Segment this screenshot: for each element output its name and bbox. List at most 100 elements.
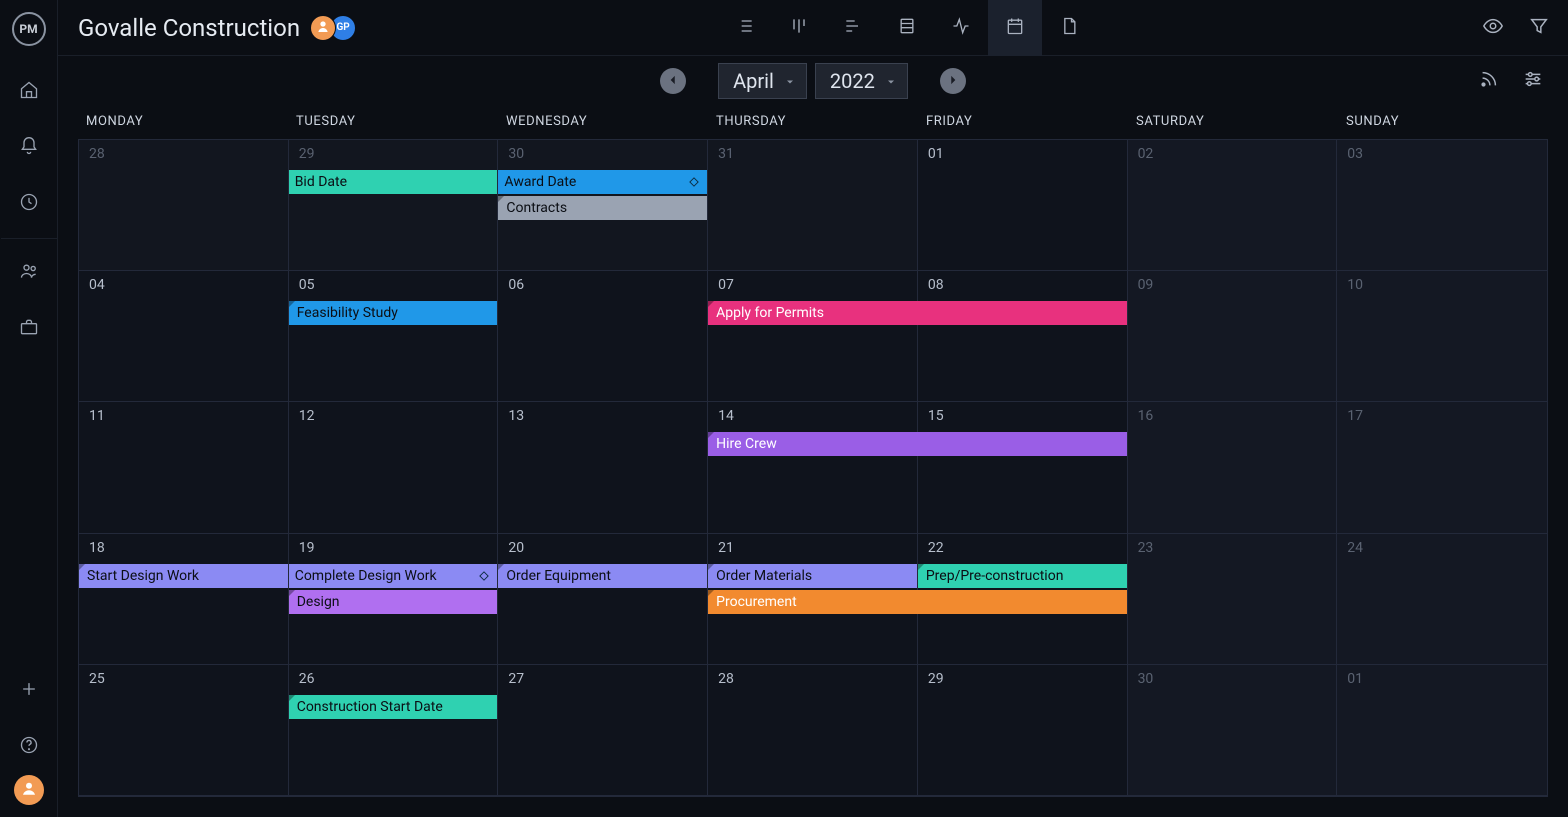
calendar-cell[interactable]: 14Hire Crew xyxy=(708,402,918,533)
calendar-cell[interactable]: 01 xyxy=(918,140,1128,271)
nav-team[interactable] xyxy=(9,253,49,293)
calendar-cell[interactable]: 10 xyxy=(1337,271,1547,402)
calendar-cell[interactable]: 27 xyxy=(498,665,708,796)
calendar-cell[interactable]: 25 xyxy=(79,665,289,796)
calendar-event[interactable]: Bid Date xyxy=(289,170,498,194)
calendar-event[interactable]: Order Materials xyxy=(708,564,917,588)
chevron-right-icon xyxy=(946,72,960,91)
calendar-cell[interactable]: 04 xyxy=(79,271,289,402)
calendar-cell[interactable]: 24 xyxy=(1337,534,1547,665)
calendar-cell[interactable]: 19Complete Design WorkDesign xyxy=(289,534,499,665)
calendar-cell[interactable]: 28 xyxy=(79,140,289,271)
calendar-cell[interactable]: 08 xyxy=(918,271,1128,402)
view-files[interactable] xyxy=(1042,0,1096,56)
calendar-cell[interactable]: 21Order MaterialsProcurement xyxy=(708,534,918,665)
view-board[interactable] xyxy=(772,0,826,56)
calendar-cell[interactable]: 09 xyxy=(1128,271,1338,402)
nav-home[interactable] xyxy=(9,72,49,112)
calendar-event[interactable]: Order Equipment xyxy=(498,564,707,588)
current-user-avatar[interactable] xyxy=(14,775,44,805)
view-activity[interactable] xyxy=(934,0,988,56)
calendar-cell[interactable]: 30 xyxy=(1128,665,1338,796)
next-month-button[interactable] xyxy=(940,68,966,94)
day-number: 08 xyxy=(928,277,944,293)
calendar-cell[interactable]: 31 xyxy=(708,140,918,271)
app-logo[interactable]: PM xyxy=(12,12,46,46)
topbar: Govalle Construction GP xyxy=(58,0,1568,56)
calendar-cell[interactable]: 01 xyxy=(1337,665,1547,796)
calendar-cell[interactable]: 13 xyxy=(498,402,708,533)
activity-icon xyxy=(951,16,971,40)
calendar-event[interactable]: Feasibility Study xyxy=(289,301,498,325)
calendar-cell[interactable]: 03 xyxy=(1337,140,1547,271)
event-title: Feasibility Study xyxy=(295,305,398,321)
prev-month-button[interactable] xyxy=(660,68,686,94)
filter-toggle[interactable] xyxy=(1528,15,1550,41)
calendar-cell[interactable]: 18Start Design Work xyxy=(79,534,289,665)
calendar-event[interactable]: Award Date xyxy=(498,170,707,194)
day-number: 26 xyxy=(299,671,315,687)
calendar-cell[interactable]: 16 xyxy=(1128,402,1338,533)
calendar-cell[interactable]: 30Award DateContracts xyxy=(498,140,708,271)
day-number: 23 xyxy=(1138,540,1154,556)
calendar-event[interactable]: Complete Design Work xyxy=(289,564,498,588)
calendar-cell[interactable]: 29 xyxy=(918,665,1128,796)
calendar-event[interactable]: Start Design Work xyxy=(79,564,288,588)
feed-button[interactable] xyxy=(1478,68,1500,94)
calendar-event[interactable]: Prep/Pre-construction xyxy=(918,564,1127,588)
day-of-week-headers: MONDAY TUESDAY WEDNESDAY THURSDAY FRIDAY… xyxy=(58,106,1568,139)
fold-corner-icon xyxy=(708,590,714,596)
calendar-cell[interactable]: 28 xyxy=(708,665,918,796)
calendar-cell[interactable]: 11 xyxy=(79,402,289,533)
calendar-cell[interactable]: 05Feasibility Study xyxy=(289,271,499,402)
dow-sun: SUNDAY xyxy=(1338,106,1548,139)
nav-help[interactable] xyxy=(9,727,49,767)
calendar-event[interactable]: Construction Start Date xyxy=(289,695,498,719)
nav-portfolio[interactable] xyxy=(9,309,49,349)
event-title: Contracts xyxy=(504,200,567,216)
event-title: Prep/Pre-construction xyxy=(924,568,1064,584)
calendar-event[interactable]: Apply for Permits xyxy=(708,301,1126,325)
visibility-toggle[interactable] xyxy=(1482,15,1504,41)
view-calendar[interactable] xyxy=(988,0,1042,56)
calendar-cell[interactable]: 29Bid Date xyxy=(289,140,499,271)
day-number: 20 xyxy=(508,540,524,556)
calendar-event[interactable]: Procurement xyxy=(708,590,1126,614)
calendar-event[interactable]: Design xyxy=(289,590,498,614)
plus-icon xyxy=(19,679,39,703)
sliders-icon xyxy=(1522,75,1544,94)
nav-add[interactable] xyxy=(9,671,49,711)
avatar-icon xyxy=(315,18,331,37)
event-title: Complete Design Work xyxy=(295,568,437,584)
calendar-cell[interactable]: 20 Order Equipment xyxy=(498,534,708,665)
calendar-cell[interactable]: 07Apply for Permits xyxy=(708,271,918,402)
avatar-1[interactable] xyxy=(310,15,336,41)
settings-button[interactable] xyxy=(1522,68,1544,94)
calendar-cell[interactable]: 17 xyxy=(1337,402,1547,533)
year-select[interactable]: 2022 xyxy=(815,63,908,99)
nav-notifications[interactable] xyxy=(9,128,49,168)
chevron-down-icon xyxy=(885,69,897,93)
view-list[interactable] xyxy=(718,0,772,56)
calendar-cell[interactable]: 12 xyxy=(289,402,499,533)
month-select[interactable]: April xyxy=(718,63,807,99)
calendar-cell[interactable]: 23 xyxy=(1128,534,1338,665)
calendar-cell[interactable]: 06 xyxy=(498,271,708,402)
calendar-event[interactable]: Contracts xyxy=(498,196,707,220)
day-number: 27 xyxy=(508,671,524,687)
day-number: 02 xyxy=(1138,146,1154,162)
calendar-cell[interactable]: 15 xyxy=(918,402,1128,533)
calendar-event[interactable]: Hire Crew xyxy=(708,432,1126,456)
view-sheet[interactable] xyxy=(880,0,934,56)
project-title[interactable]: Govalle Construction xyxy=(78,14,300,42)
milestone-diamond-icon xyxy=(687,175,701,189)
calendar-cell[interactable]: 26 Construction Start Date xyxy=(289,665,499,796)
calendar-cell[interactable]: 02 xyxy=(1128,140,1338,271)
day-number: 30 xyxy=(1138,671,1154,687)
fold-corner-icon xyxy=(289,301,295,307)
project-avatars[interactable]: GP xyxy=(316,15,356,41)
day-number: 09 xyxy=(1138,277,1154,293)
view-gantt[interactable] xyxy=(826,0,880,56)
event-title: Hire Crew xyxy=(714,436,777,452)
nav-time[interactable] xyxy=(9,184,49,224)
